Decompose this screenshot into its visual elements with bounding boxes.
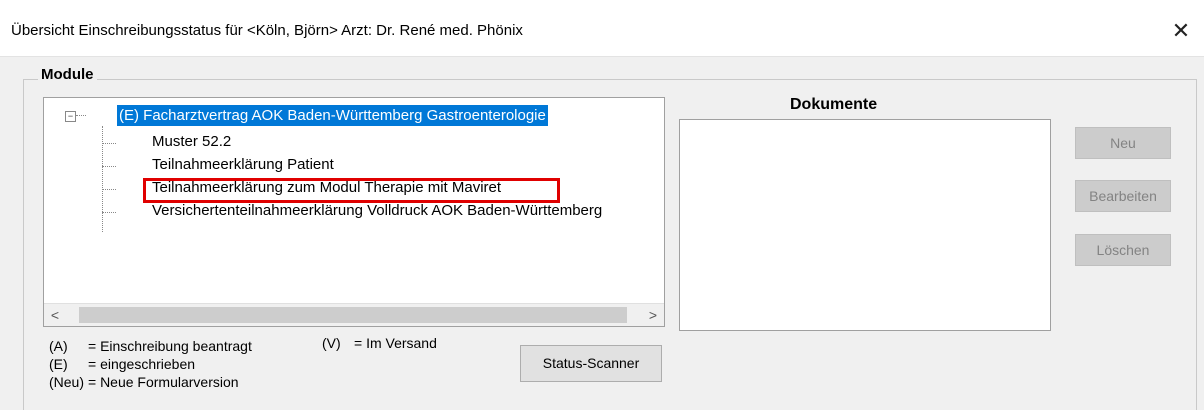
tree-connector [102, 126, 103, 232]
close-button[interactable]: ✕ [1158, 14, 1204, 48]
legend-code-v: (V) [322, 335, 341, 351]
status-scanner-button[interactable]: Status-Scanner [520, 345, 662, 382]
legend-text-neu: = Neue Formularversion [88, 374, 239, 390]
collapse-icon[interactable]: − [65, 111, 76, 122]
delete-button[interactable]: Löschen [1075, 234, 1171, 266]
legend-text-a: = Einschreibung beantragt [88, 338, 252, 354]
scroll-thumb[interactable] [79, 307, 627, 323]
module-tree[interactable]: − (E) Facharztvertrag AOK Baden-Württemb… [43, 97, 665, 327]
tree-connector [76, 115, 86, 116]
module-group-label: Module [38, 66, 97, 83]
red-highlight-annotation [143, 178, 560, 203]
legend-code-e: (E) [49, 356, 68, 372]
title-bar: Übersicht Einschreibungsstatus für <Köln… [0, 0, 1204, 57]
tree-item-muster-52-2[interactable]: Muster 52.2 [152, 131, 231, 153]
edit-button[interactable]: Bearbeiten [1075, 180, 1171, 212]
legend-text-e: = eingeschrieben [88, 356, 196, 372]
scroll-left-icon[interactable]: < [44, 304, 66, 326]
close-icon: ✕ [1171, 18, 1191, 43]
tree-item-root-selected[interactable]: (E) Facharztvertrag AOK Baden-Württember… [117, 105, 548, 126]
tree-item-versichertenteilnahmeerklaerung[interactable]: Versichertenteilnahmeerklärung Volldruck… [152, 200, 602, 222]
tree-connector [102, 212, 116, 213]
documents-title: Dokumente [790, 96, 878, 113]
legend-text-v: = Im Versand [354, 335, 437, 351]
legend-code-neu: (Neu) [49, 374, 85, 390]
tree-item-teilnahmeerklaerung-patient[interactable]: Teilnahmeerklärung Patient [152, 154, 334, 176]
documents-list[interactable] [679, 119, 1051, 331]
scroll-right-icon[interactable]: > [642, 304, 664, 326]
legend-code-a: (A) [49, 338, 68, 354]
horizontal-scrollbar[interactable]: < > [44, 303, 664, 326]
tree-connector [102, 189, 116, 190]
new-button[interactable]: Neu [1075, 127, 1171, 159]
tree-connector [102, 166, 116, 167]
window-title: Übersicht Einschreibungsstatus für <Köln… [11, 22, 523, 39]
tree-connector [102, 143, 116, 144]
